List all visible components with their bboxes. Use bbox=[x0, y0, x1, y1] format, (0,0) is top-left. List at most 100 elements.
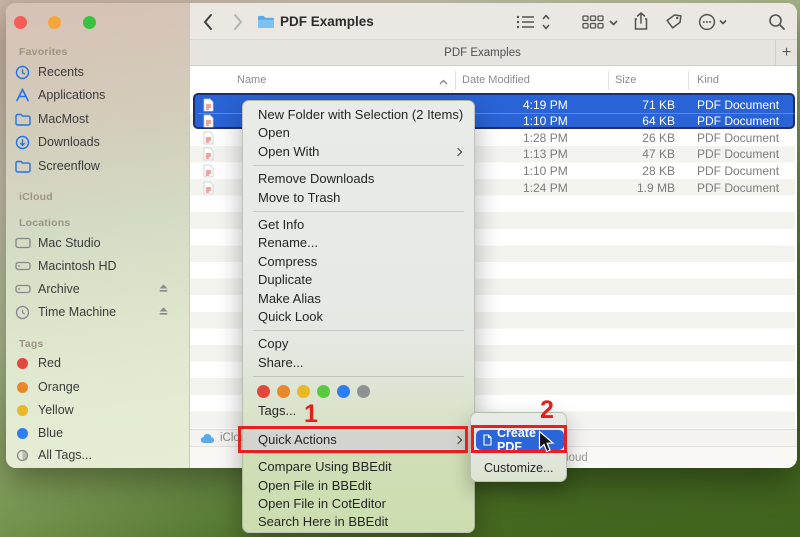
sidebar-item-all-tags[interactable]: All Tags... bbox=[13, 445, 183, 465]
yellow-tag-dot[interactable] bbox=[297, 384, 310, 398]
menu-separator bbox=[243, 372, 474, 381]
eject-icon[interactable] bbox=[158, 305, 169, 319]
column-size[interactable]: Size bbox=[615, 74, 636, 86]
tab-pdf-examples[interactable]: PDF Examples bbox=[190, 40, 775, 66]
menu-item-open[interactable]: Open bbox=[243, 124, 474, 142]
sidebar-item-tag-yellow[interactable]: Yellow bbox=[13, 400, 183, 420]
back-button[interactable] bbox=[202, 3, 214, 40]
sidebar-section-favorites: Favorites bbox=[19, 46, 68, 58]
window-controls bbox=[14, 16, 96, 34]
yellow-tag-icon bbox=[13, 404, 32, 416]
menu-item-get-info[interactable]: Get Info bbox=[243, 216, 474, 234]
tab-bar: PDF Examples + bbox=[190, 40, 797, 66]
folder-icon bbox=[13, 160, 32, 173]
minimize-button[interactable] bbox=[48, 16, 62, 29]
sidebar-item-macmost[interactable]: MacMost bbox=[13, 109, 183, 129]
menu-separator bbox=[243, 161, 474, 170]
submenu-arrow-icon bbox=[453, 147, 463, 157]
share-button[interactable] bbox=[633, 3, 649, 40]
cloud-icon bbox=[200, 433, 215, 444]
sidebar-item-archive[interactable]: Archive bbox=[13, 279, 183, 299]
menu-item-share[interactable]: Share... bbox=[243, 354, 474, 372]
red-tag-icon bbox=[13, 357, 32, 369]
folder-icon bbox=[257, 3, 275, 40]
menu-separator bbox=[243, 207, 474, 216]
sidebar-item-time-machine[interactable]: Time Machine bbox=[13, 302, 183, 322]
sidebar-item-tag-red[interactable]: Red bbox=[13, 353, 183, 373]
sidebar-item-tag-blue[interactable]: Blue bbox=[13, 423, 183, 443]
context-menu: New Folder with Selection (2 Items) Open… bbox=[242, 100, 475, 533]
annotation-step-1: 1 bbox=[304, 400, 318, 428]
annotation-step-2: 2 bbox=[540, 396, 554, 424]
pdf-file-icon bbox=[203, 164, 214, 181]
menu-item-open-file-bbedit[interactable]: Open File in BBEdit bbox=[243, 477, 474, 495]
clock-icon bbox=[13, 65, 32, 80]
gray-tag-dot[interactable] bbox=[357, 384, 370, 398]
sidebar-item-mac-studio[interactable]: Mac Studio bbox=[13, 233, 183, 253]
menu-item-new-folder[interactable]: New Folder with Selection (2 Items) bbox=[243, 106, 474, 124]
menu-item-compare-bbedit[interactable]: Compare Using BBEdit bbox=[243, 458, 474, 476]
all-tags-icon bbox=[13, 449, 32, 462]
menu-item-search-here-bbedit[interactable]: Search Here in BBEdit bbox=[243, 513, 474, 531]
zoom-button[interactable] bbox=[82, 16, 96, 29]
column-headers: Name Date Modified Size Kind bbox=[190, 66, 797, 95]
annotation-box-quick-actions bbox=[238, 426, 468, 453]
sidebar-item-recents[interactable]: Recents bbox=[13, 62, 183, 82]
orange-tag-icon bbox=[13, 381, 32, 393]
more-actions-button[interactable] bbox=[698, 3, 728, 40]
new-tab-button[interactable]: + bbox=[775, 40, 797, 66]
folder-icon bbox=[13, 113, 32, 126]
column-kind[interactable]: Kind bbox=[697, 74, 719, 86]
group-by-button[interactable] bbox=[582, 3, 618, 40]
download-icon bbox=[13, 135, 32, 150]
menu-item-rename[interactable]: Rename... bbox=[243, 234, 474, 252]
menu-item-open-file-coteditor[interactable]: Open File in CotEditor bbox=[243, 495, 474, 513]
pdf-file-icon bbox=[203, 114, 214, 131]
sidebar-section-locations: Locations bbox=[19, 217, 71, 229]
time-machine-icon bbox=[13, 305, 32, 320]
sort-ascending-icon bbox=[439, 76, 448, 88]
sidebar-item-applications[interactable]: Applications bbox=[13, 85, 183, 105]
sidebar-item-tag-orange[interactable]: Orange bbox=[13, 377, 183, 397]
menu-item-remove-downloads[interactable]: Remove Downloads bbox=[243, 170, 474, 188]
menu-item-make-alias[interactable]: Make Alias bbox=[243, 290, 474, 308]
close-button[interactable] bbox=[14, 16, 27, 29]
eject-icon[interactable] bbox=[158, 282, 169, 296]
sidebar-section-icloud: iCloud bbox=[19, 191, 53, 203]
red-tag-dot[interactable] bbox=[257, 384, 270, 398]
menu-separator bbox=[243, 326, 474, 335]
window-title: PDF Examples bbox=[280, 14, 374, 29]
menu-item-move-to-trash[interactable]: Move to Trash bbox=[243, 189, 474, 207]
submenu-item-customize[interactable]: Customize... bbox=[484, 461, 553, 475]
column-date-modified[interactable]: Date Modified bbox=[462, 74, 530, 86]
menu-item-copy[interactable]: Copy bbox=[243, 335, 474, 353]
menu-item-tags[interactable]: Tags... bbox=[243, 401, 474, 422]
sidebar: Favorites Recents Applications MacMost D… bbox=[6, 3, 190, 468]
menu-item-quick-look[interactable]: Quick Look bbox=[243, 308, 474, 326]
list-view-button[interactable] bbox=[516, 3, 550, 40]
harddrive-icon bbox=[13, 283, 32, 295]
toolbar: PDF Examples bbox=[190, 3, 797, 40]
search-icon[interactable] bbox=[768, 3, 786, 40]
blue-tag-dot[interactable] bbox=[337, 384, 350, 398]
menu-item-open-with[interactable]: Open With bbox=[243, 143, 474, 161]
pdf-file-icon bbox=[203, 147, 214, 164]
blue-tag-icon bbox=[13, 427, 32, 439]
computer-icon bbox=[13, 237, 32, 249]
harddrive-icon bbox=[13, 260, 32, 272]
sidebar-item-screenflow[interactable]: Screenflow bbox=[13, 156, 183, 176]
tag-color-row bbox=[243, 381, 474, 401]
applications-icon bbox=[13, 88, 32, 102]
mouse-cursor bbox=[538, 430, 555, 459]
column-name[interactable]: Name bbox=[237, 74, 266, 86]
sidebar-item-macintosh-hd[interactable]: Macintosh HD bbox=[13, 256, 183, 276]
tag-button[interactable] bbox=[665, 3, 683, 40]
orange-tag-dot[interactable] bbox=[277, 384, 290, 398]
pdf-file-icon bbox=[203, 181, 214, 198]
forward-button[interactable] bbox=[232, 3, 244, 40]
sidebar-section-tags: Tags bbox=[19, 338, 44, 350]
sidebar-item-downloads[interactable]: Downloads bbox=[13, 132, 183, 152]
menu-item-duplicate[interactable]: Duplicate bbox=[243, 271, 474, 289]
green-tag-dot[interactable] bbox=[317, 384, 330, 398]
menu-item-compress[interactable]: Compress bbox=[243, 253, 474, 271]
